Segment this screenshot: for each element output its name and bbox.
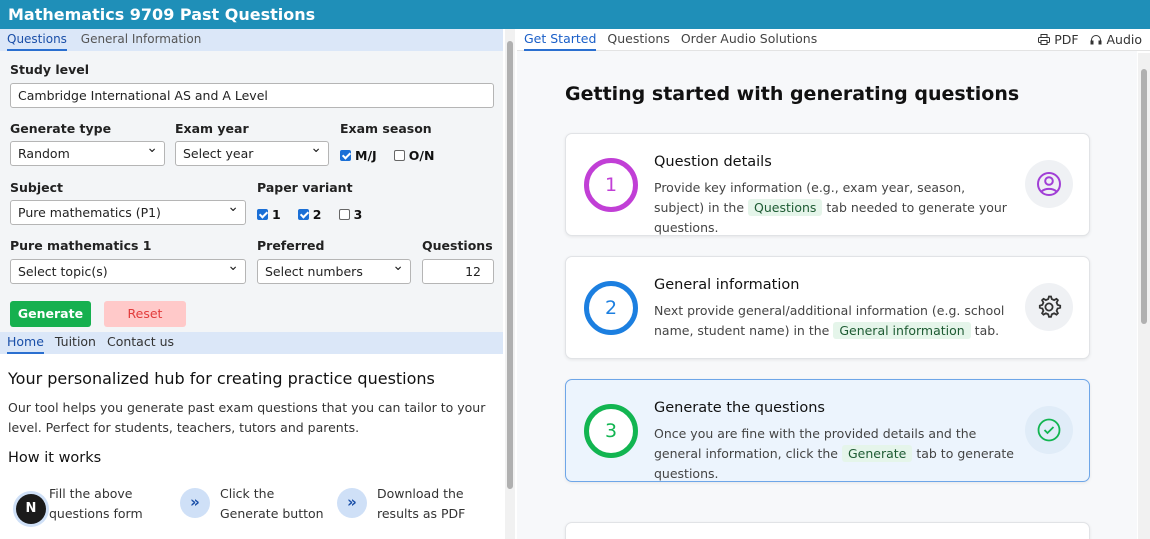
highlight-general-information: General information [833, 322, 971, 339]
preferred-select[interactable]: Select numbers [257, 255, 411, 284]
step-card-generate[interactable]: 3 Generate the questions Once you are fi… [565, 379, 1090, 482]
subject-select[interactable]: Pure mathematics (P1) [10, 196, 246, 225]
page-title: Getting started with generating question… [565, 83, 1020, 105]
step-click-generate: Click the Generate button [220, 486, 324, 521]
variant-3-label: 3 [353, 207, 363, 222]
exam-year-label: Exam year [175, 121, 249, 136]
step-number: 1 [584, 158, 638, 212]
right-panel: Get Started Questions Order Audio Soluti… [517, 29, 1150, 539]
season-on-label: O/N [408, 148, 435, 163]
left-panel: Questions General Information Study leve… [0, 29, 503, 539]
preferred-label: Preferred [257, 238, 325, 253]
reset-button[interactable]: Reset [104, 301, 186, 327]
get-started-content: Getting started with generating question… [517, 51, 1137, 539]
variant-2-checkbox[interactable] [297, 209, 309, 220]
tab-questions[interactable]: Questions [7, 29, 67, 51]
app-title: Mathematics 9709 Past Questions [0, 0, 1150, 29]
tab-get-started[interactable]: Get Started [524, 29, 597, 51]
subject-value: Pure mathematics (P1) [18, 205, 161, 220]
highlight-questions: Questions [748, 199, 823, 216]
topic-label: Pure mathematics 1 [10, 238, 152, 253]
hub-title: Your personalized hub for creating pract… [8, 369, 435, 388]
card-body: Provide key information (e.g., exam year… [654, 178, 1014, 238]
exam-year-select[interactable]: Select year [175, 137, 329, 166]
step-card-general-information[interactable]: 2 General information Next provide gener… [565, 256, 1090, 359]
how-it-works-title: How it works [8, 450, 102, 466]
card-text: tab. [970, 323, 1000, 338]
pdf-label: PDF [1054, 32, 1079, 47]
questions-count-label: Questions [422, 238, 493, 253]
season-mj-label: M/J [355, 148, 377, 163]
study-level-input[interactable]: Cambridge International AS and A Level [10, 83, 494, 108]
left-tabs: Questions General Information [0, 29, 503, 51]
tab-contact-us[interactable]: Contact us [107, 332, 174, 352]
season-on-checkbox[interactable] [393, 150, 405, 161]
card-body: Once you are fine with the provided deta… [654, 424, 1014, 484]
hub-description: Our tool helps you generate past exam qu… [8, 400, 486, 435]
step-card-question-details[interactable]: 1 Question details Provide key informati… [565, 133, 1090, 236]
generate-type-label: Generate type [10, 121, 112, 136]
left-scrollbar[interactable] [505, 29, 515, 539]
tab-tuition[interactable]: Tuition [55, 332, 96, 352]
step-fill-form: Fill the above questions form [49, 486, 143, 521]
topic-select[interactable]: Select topic(s) [10, 255, 246, 284]
tab-general-information[interactable]: General Information [81, 29, 202, 49]
generate-button[interactable]: Generate [10, 301, 91, 327]
generate-type-select[interactable]: Random [10, 137, 165, 166]
double-chevron-icon: » [180, 488, 210, 518]
variant-3-checkbox[interactable] [338, 209, 350, 220]
variant-2-label: 2 [312, 207, 322, 222]
card-title: Question details [654, 154, 772, 170]
exam-year-value: Select year [183, 146, 254, 161]
variant-1-checkbox[interactable] [257, 209, 268, 220]
home-tabs: Home Tuition Contact us [0, 332, 503, 354]
right-scrollbar[interactable] [1138, 53, 1150, 539]
exam-season-label: Exam season [340, 121, 432, 136]
step-number: 3 [584, 404, 638, 458]
tab-home[interactable]: Home [7, 332, 44, 354]
audio-button[interactable]: Audio [1090, 32, 1142, 47]
card-body: Next provide general/additional informat… [654, 301, 1014, 341]
hub-section: Your personalized hub for creating pract… [8, 369, 498, 466]
step-download-pdf: Download the results as PDF [377, 486, 466, 521]
pdf-button[interactable]: PDF [1038, 32, 1082, 47]
headphones-icon [1090, 35, 1102, 45]
n-badge[interactable]: N [16, 494, 46, 524]
questions-count-input[interactable]: 12 [422, 259, 494, 284]
season-mj-checkbox[interactable] [340, 150, 351, 161]
generate-type-value: Random [18, 146, 70, 161]
step-card-next[interactable] [565, 522, 1090, 539]
toolbar: PDF Audio [1038, 32, 1142, 47]
preferred-value: Select numbers [265, 264, 363, 279]
user-icon [1025, 160, 1073, 208]
card-title: General information [654, 277, 800, 293]
study-level-label: Study level [10, 62, 89, 77]
card-title: Generate the questions [654, 400, 825, 416]
double-chevron-icon: » [337, 488, 367, 518]
paper-variant-label: Paper variant [257, 180, 353, 195]
tab-order-audio-solutions[interactable]: Order Audio Solutions [681, 29, 817, 49]
check-circle-icon [1025, 406, 1073, 454]
tab-questions-right[interactable]: Questions [607, 29, 669, 49]
subject-label: Subject [10, 180, 63, 195]
audio-label: Audio [1106, 32, 1142, 47]
exam-season-options: M/J O/N [340, 145, 446, 164]
question-form: Study level Cambridge International AS a… [0, 51, 503, 354]
variant-1-label: 1 [272, 207, 281, 222]
paper-variant-options: 1 2 3 [257, 204, 374, 223]
topic-value: Select topic(s) [18, 264, 108, 279]
gear-icon [1025, 283, 1073, 331]
step-number: 2 [584, 281, 638, 335]
right-tabs: Get Started Questions Order Audio Soluti… [517, 29, 1150, 51]
printer-icon [1038, 34, 1051, 45]
highlight-generate: Generate [841, 445, 913, 462]
